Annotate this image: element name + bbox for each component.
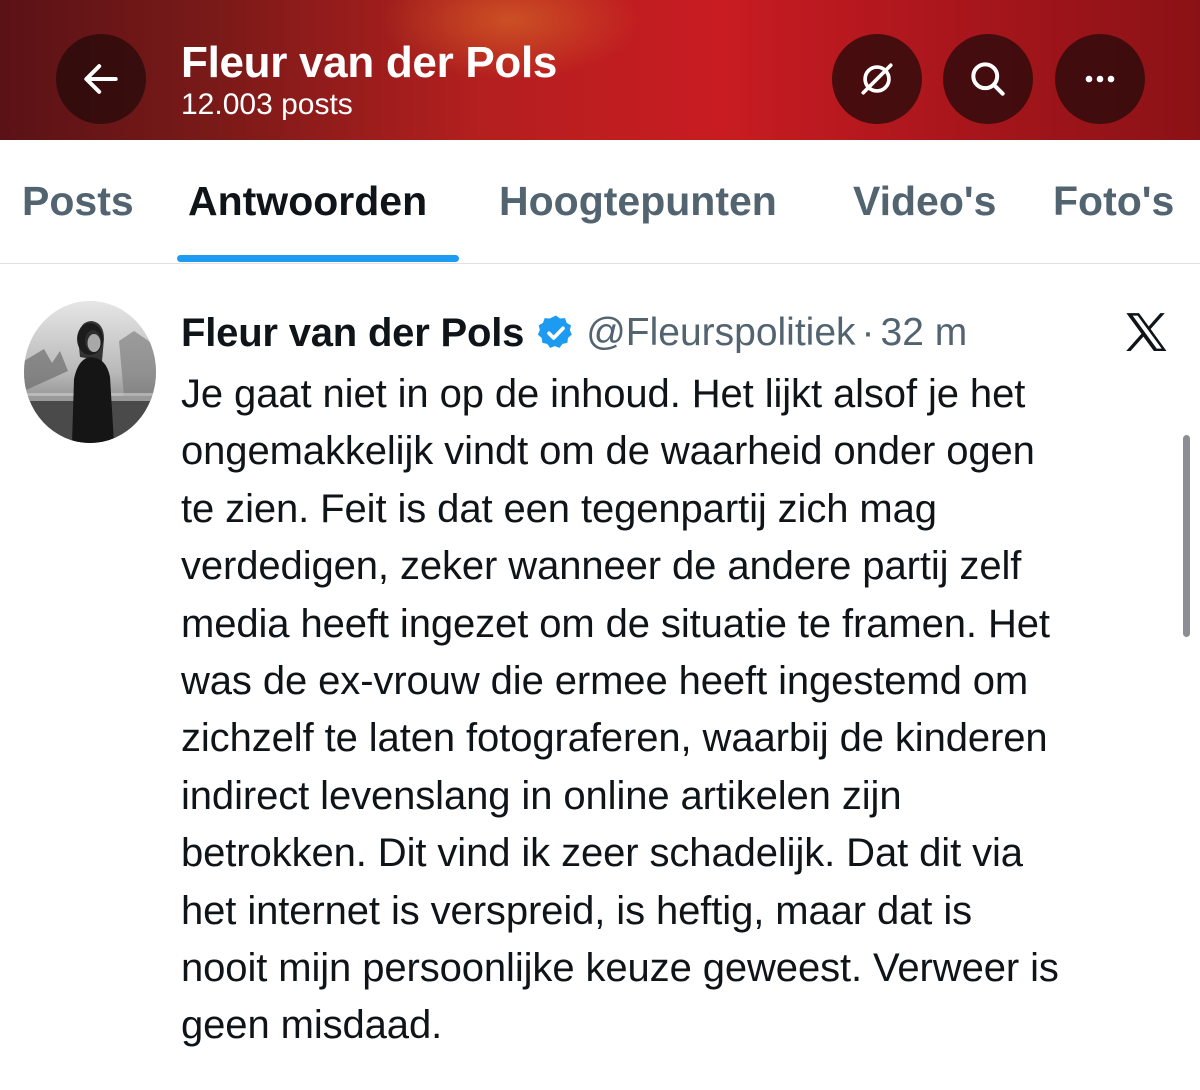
post-author-handle[interactable]: @Fleurspolitiek	[586, 311, 855, 355]
tab-videos[interactable]: Video's	[853, 178, 996, 225]
avatar[interactable]	[24, 301, 156, 443]
post-text-line: Je gaat niet in op de inhoud. Het lijkt …	[181, 372, 1026, 416]
more-horizontal-icon	[1085, 75, 1115, 83]
profile-header: Fleur van der Pols 12.003 posts	[0, 0, 1200, 140]
post-text-line: ongemakkelijk vindt om de waarheid onder…	[181, 429, 1035, 474]
post-body: Je gaat niet in op de inhoud. Het lijkt …	[181, 366, 1181, 1055]
post-count: 12.003 posts	[181, 88, 353, 121]
back-button[interactable]	[56, 34, 146, 124]
bell-slash-icon	[861, 63, 893, 95]
separator-dot: ·	[861, 311, 875, 354]
post-header: Fleur van der Pols @Fleurspolitiek · 32 …	[181, 308, 967, 358]
post-text-line: verdedigen, zeker wanneer de andere part…	[181, 544, 1022, 589]
scrollbar[interactable]	[1183, 435, 1190, 637]
profile-tabs: Posts Antwoorden Hoogtepunten Video's Fo…	[0, 140, 1200, 264]
tab-antwoorden[interactable]: Antwoorden	[188, 178, 427, 225]
post-text-line: indirect levenslang in online artikelen …	[181, 773, 902, 818]
post-text-line: betrokken. Dit vind ik zeer schadelijk. …	[181, 831, 1023, 876]
post-text-line: geen misdaad.	[181, 1003, 443, 1048]
post-text-line: zichzelf te laten fotograferen, waarbij …	[181, 716, 1048, 761]
x-logo-icon	[1126, 313, 1167, 351]
post-timestamp[interactable]: 32 m	[881, 311, 968, 355]
post-text-line: was de ex-vrouw die ermee heeft ingestem…	[181, 659, 1029, 704]
tab-fotos[interactable]: Foto's	[1053, 178, 1174, 225]
search-icon	[971, 62, 1005, 96]
tab-hoogtepunten[interactable]: Hoogtepunten	[499, 178, 777, 225]
more-button[interactable]	[1055, 34, 1145, 124]
post-author-name[interactable]: Fleur van der Pols	[181, 311, 524, 356]
active-tab-indicator	[177, 255, 459, 262]
post-text-line: te zien. Feit is dat een tegenpartij zic…	[181, 486, 937, 531]
tab-posts[interactable]: Posts	[22, 178, 134, 225]
post-text-line: media heeft ingezet om de situatie te fr…	[181, 601, 1050, 646]
arrow-left-icon	[84, 64, 118, 94]
profile-name: Fleur van der Pols	[181, 38, 558, 87]
search-button[interactable]	[943, 34, 1033, 124]
avatar-photo	[24, 301, 156, 443]
post-text-line: het internet is verspreid, is heftig, ma…	[181, 888, 973, 933]
post-text-line: nooit mijn persoonlijke keuze geweest. V…	[181, 946, 1059, 991]
verified-badge-icon	[538, 315, 573, 348]
notifications-off-button[interactable]	[832, 34, 922, 124]
